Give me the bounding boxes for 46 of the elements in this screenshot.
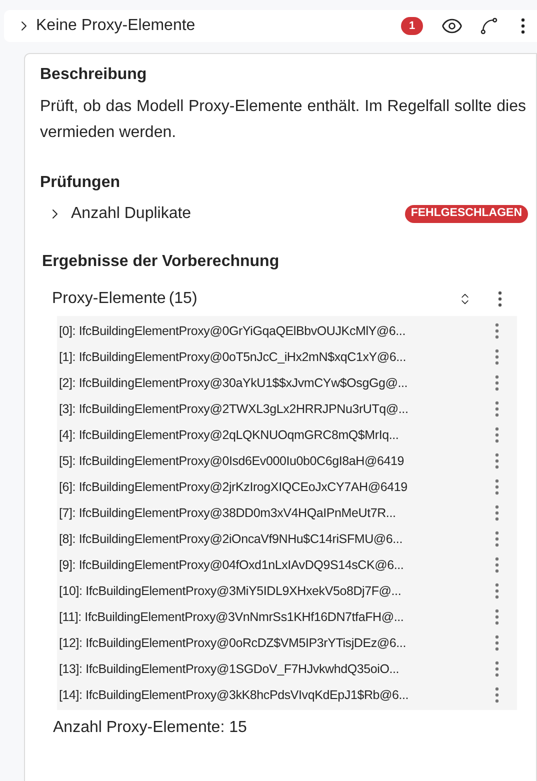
- summary-text: Anzahl Proxy-Elemente: 15: [53, 718, 248, 738]
- section-heading: Prüfungen: [40, 173, 121, 193]
- element-entry[interactable]: [13]: IfcBuildingElementProxy@1SGDoV_F7HJvkwhdQ35oiO...: [59, 660, 493, 678]
- more-icon: [495, 608, 499, 626]
- more-icon: [495, 634, 499, 652]
- element-entry[interactable]: [8]: IfcBuildingElementProxy@2iOncaVf9NHu$C14riSFMU@6...: [59, 530, 493, 548]
- path-button[interactable]: [479, 16, 499, 36]
- element-entry[interactable]: [3]: IfcBuildingElementProxy@2TWXL3gLx2HRRJPNu3rUTq@...: [59, 400, 493, 418]
- more-icon: [495, 530, 499, 548]
- element-entry[interactable]: [2]: IfcBuildingElementProxy@30aYkU1$$xJvmCYw$OsgGg@...: [59, 374, 493, 392]
- element-entry[interactable]: [11]: IfcBuildingElementProxy@3VnNmrSs1KHf16DN7tfaFH@...: [59, 608, 493, 626]
- more-icon: [495, 452, 499, 470]
- element-entry[interactable]: [6]: IfcBuildingElementProxy@2jrKzIrogXIQCEoJxCY7AH@6419: [59, 478, 493, 496]
- section-heading: Ergebnisse der Vorberechnung: [42, 252, 280, 272]
- element-entry[interactable]: [12]: IfcBuildingElementProxy@0oRcDZ$VM5IP3rYTisjDEz@6...: [59, 634, 493, 652]
- element-entry[interactable]: [5]: IfcBuildingElementProxy@0Isd6Ev000Iu0b0C6gI8aH@6419: [59, 452, 493, 470]
- more-icon: [495, 556, 499, 574]
- element-entry[interactable]: [1]: IfcBuildingElementProxy@0oT5nJcC_iHx2mN$xqC1xY@6...: [59, 348, 493, 366]
- group-count: (15): [168, 289, 198, 309]
- section-heading: Beschreibung: [40, 65, 148, 85]
- more-icon: [521, 17, 525, 35]
- more-icon: [495, 478, 499, 496]
- more-icon: [495, 582, 499, 600]
- element-entry[interactable]: [0]: IfcBuildingElementProxy@0GrYiGqaQElBbvOUJKcMlY@6...: [59, 322, 493, 340]
- more-icon: [495, 400, 499, 418]
- element-entry[interactable]: [4]: IfcBuildingElementProxy@2qLQKNUOqmGRC8mQ$MrIq...: [59, 426, 493, 444]
- error-count-badge: 1: [401, 17, 423, 35]
- element-entry[interactable]: [10]: IfcBuildingElementProxy@3MiY5IDL9XHxekV5o8Dj7F@...: [59, 582, 493, 600]
- description-text: Prüft, ob das Modell Proxy-Elemente enthält. Im Regelfall sollte dies vermieden werden.: [40, 97, 527, 143]
- element-entry[interactable]: [14]: IfcBuildingElementProxy@3kK8hcPdsVIvqKdEpJ1$Rb@6...: [59, 686, 493, 704]
- more-icon: [495, 348, 499, 366]
- check-row[interactable]: Anzahl Duplikate: [47, 202, 405, 226]
- path-icon: [479, 16, 499, 36]
- rule-header[interactable]: Keine Proxy-Elemente 1: [4, 10, 537, 42]
- more-icon: [495, 322, 499, 340]
- element-entry[interactable]: [7]: IfcBuildingElementProxy@38DD0m3xV4HQaIPnMeUt7R...: [59, 504, 493, 522]
- more-icon: [495, 426, 499, 444]
- status-badge: FEHLGESCHLAGEN: [404, 205, 528, 223]
- group-title: Proxy-Elemente: [52, 289, 166, 309]
- more-icon: [498, 290, 502, 308]
- element-entry[interactable]: [9]: IfcBuildingElementProxy@04fOxd1nLxIAvDQ9S14sCK@6...: [59, 556, 493, 574]
- more-icon: [495, 504, 499, 522]
- more-icon: [495, 374, 499, 392]
- rule-title: Keine Proxy-Elemente: [36, 16, 196, 36]
- more-icon: [495, 660, 499, 678]
- more-icon: [495, 686, 499, 704]
